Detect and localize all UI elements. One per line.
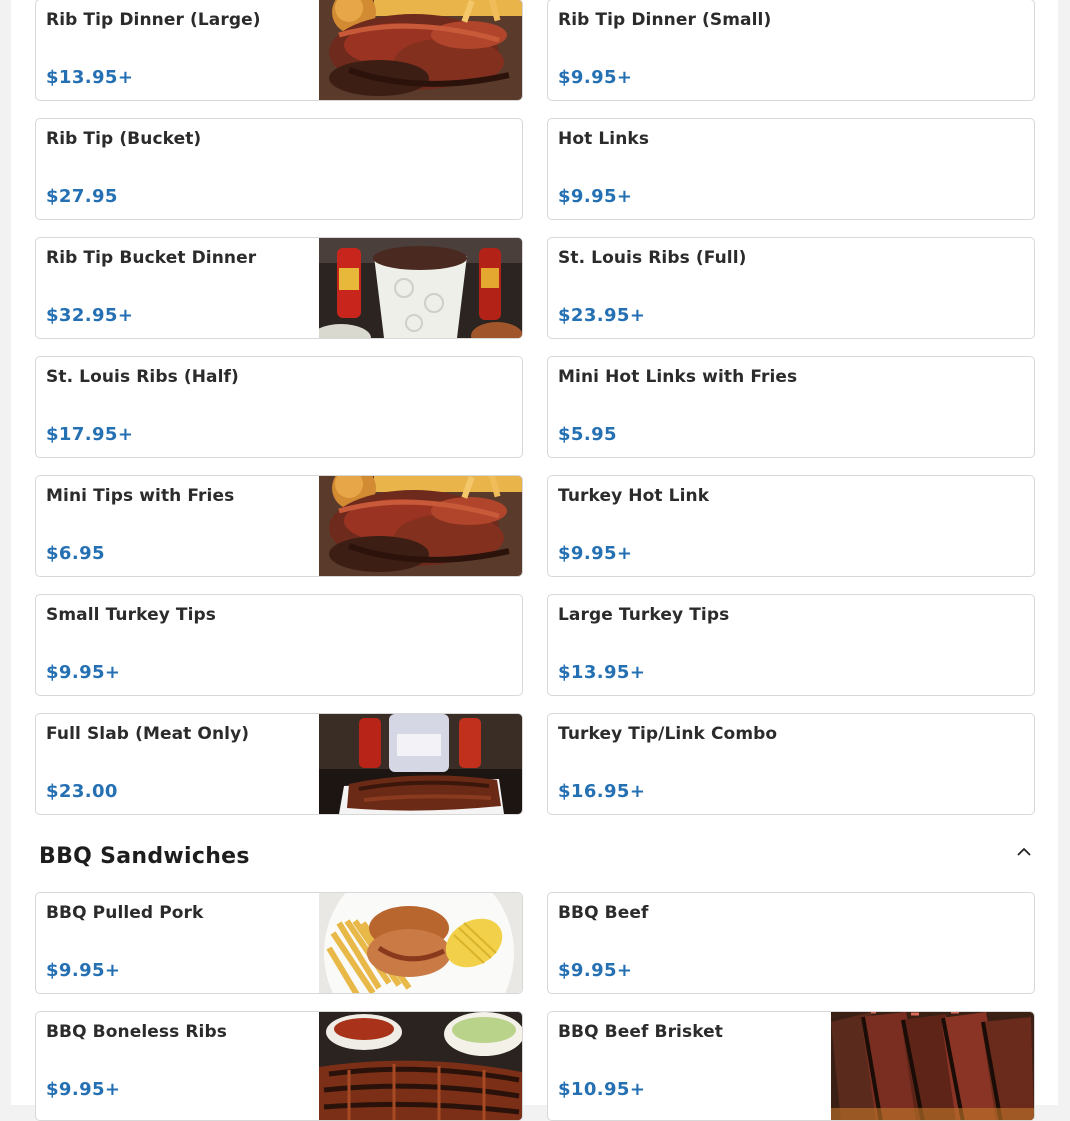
menu-item-card[interactable]: BBQ Pulled Pork $9.95+ bbox=[35, 892, 523, 994]
item-name: BBQ Boneless Ribs bbox=[46, 1022, 227, 1042]
menu-item-card[interactable]: Rib Tip Dinner (Large) $13.95+ bbox=[35, 0, 523, 101]
sandwiches-item-grid: BBQ Pulled Pork $9.95+ BBQ Beef $9.95+ B… bbox=[35, 892, 1035, 1121]
item-name: BBQ Pulled Pork bbox=[46, 903, 204, 923]
item-name: Full Slab (Meat Only) bbox=[46, 724, 250, 744]
menu-item-card[interactable]: Hot Links $9.95+ bbox=[547, 118, 1035, 220]
item-name: Turkey Tip/Link Combo bbox=[558, 724, 778, 744]
menu-item-card[interactable]: St. Louis Ribs (Half) $17.95+ bbox=[35, 356, 523, 458]
menu-item-card[interactable]: BBQ Beef $9.95+ bbox=[547, 892, 1035, 994]
item-name: Mini Tips with Fries bbox=[46, 486, 235, 506]
item-price: $23.00 bbox=[46, 781, 118, 802]
item-price: $16.95+ bbox=[558, 781, 646, 802]
item-price: $9.95+ bbox=[46, 960, 121, 981]
item-name: Small Turkey Tips bbox=[46, 605, 217, 625]
menu-item-card[interactable]: Rib Tip Dinner (Small) $9.95+ bbox=[547, 0, 1035, 101]
item-photo bbox=[319, 0, 522, 100]
item-name: Rib Tip Bucket Dinner bbox=[46, 248, 257, 268]
item-price: $9.95+ bbox=[46, 1079, 121, 1100]
item-name: BBQ Beef bbox=[558, 903, 649, 923]
item-price: $9.95+ bbox=[558, 960, 633, 981]
item-price: $6.95 bbox=[46, 543, 105, 564]
ribs-item-grid: Rib Tip Dinner (Large) $13.95+ Rib Tip D… bbox=[35, 0, 1035, 815]
menu-item-card[interactable]: Turkey Hot Link $9.95+ bbox=[547, 475, 1035, 577]
menu-item-card[interactable]: Mini Tips with Fries $6.95 bbox=[35, 475, 523, 577]
section-title: BBQ Sandwiches bbox=[39, 844, 250, 869]
menu-item-card[interactable]: Rib Tip (Bucket) $27.95 bbox=[35, 118, 523, 220]
item-name: Mini Hot Links with Fries bbox=[558, 367, 798, 387]
item-photo bbox=[319, 476, 522, 576]
item-name: St. Louis Ribs (Full) bbox=[558, 248, 747, 268]
menu-item-card[interactable]: Turkey Tip/Link Combo $16.95+ bbox=[547, 713, 1035, 815]
item-price: $13.95+ bbox=[46, 67, 134, 88]
section-header-bbq-sandwiches[interactable]: BBQ Sandwiches bbox=[39, 838, 1034, 878]
item-price: $5.95 bbox=[558, 424, 617, 445]
menu-item-card[interactable]: St. Louis Ribs (Full) $23.95+ bbox=[547, 237, 1035, 339]
item-price: $23.95+ bbox=[558, 305, 646, 326]
item-photo bbox=[319, 714, 522, 814]
chevron-up-icon[interactable] bbox=[1014, 842, 1034, 862]
item-name: Turkey Hot Link bbox=[558, 486, 710, 506]
menu-item-card[interactable]: Full Slab (Meat Only) $23.00 bbox=[35, 713, 523, 815]
item-name: Large Turkey Tips bbox=[558, 605, 730, 625]
item-price: $27.95 bbox=[46, 186, 118, 207]
item-price: $10.95+ bbox=[558, 1079, 646, 1100]
item-price: $9.95+ bbox=[46, 662, 121, 683]
item-price: $17.95+ bbox=[46, 424, 134, 445]
item-photo bbox=[319, 238, 522, 338]
menu-item-card[interactable]: Mini Hot Links with Fries $5.95 bbox=[547, 356, 1035, 458]
item-price: $9.95+ bbox=[558, 186, 633, 207]
menu-item-card[interactable]: Rib Tip Bucket Dinner $32.95+ bbox=[35, 237, 523, 339]
item-name: St. Louis Ribs (Half) bbox=[46, 367, 239, 387]
item-name: Rib Tip Dinner (Small) bbox=[558, 10, 772, 30]
item-price: $13.95+ bbox=[558, 662, 646, 683]
item-name: Hot Links bbox=[558, 129, 650, 149]
item-name: Rib Tip Dinner (Large) bbox=[46, 10, 261, 30]
menu-item-card[interactable]: Large Turkey Tips $13.95+ bbox=[547, 594, 1035, 696]
item-price: $9.95+ bbox=[558, 543, 633, 564]
item-price: $9.95+ bbox=[558, 67, 633, 88]
item-name: BBQ Beef Brisket bbox=[558, 1022, 724, 1042]
item-photo bbox=[319, 893, 522, 993]
item-price: $32.95+ bbox=[46, 305, 134, 326]
menu-item-card[interactable]: Small Turkey Tips $9.95+ bbox=[35, 594, 523, 696]
item-name: Rib Tip (Bucket) bbox=[46, 129, 202, 149]
menu-page: Rib Tip Dinner (Large) $13.95+ Rib Tip D… bbox=[11, 0, 1058, 1121]
